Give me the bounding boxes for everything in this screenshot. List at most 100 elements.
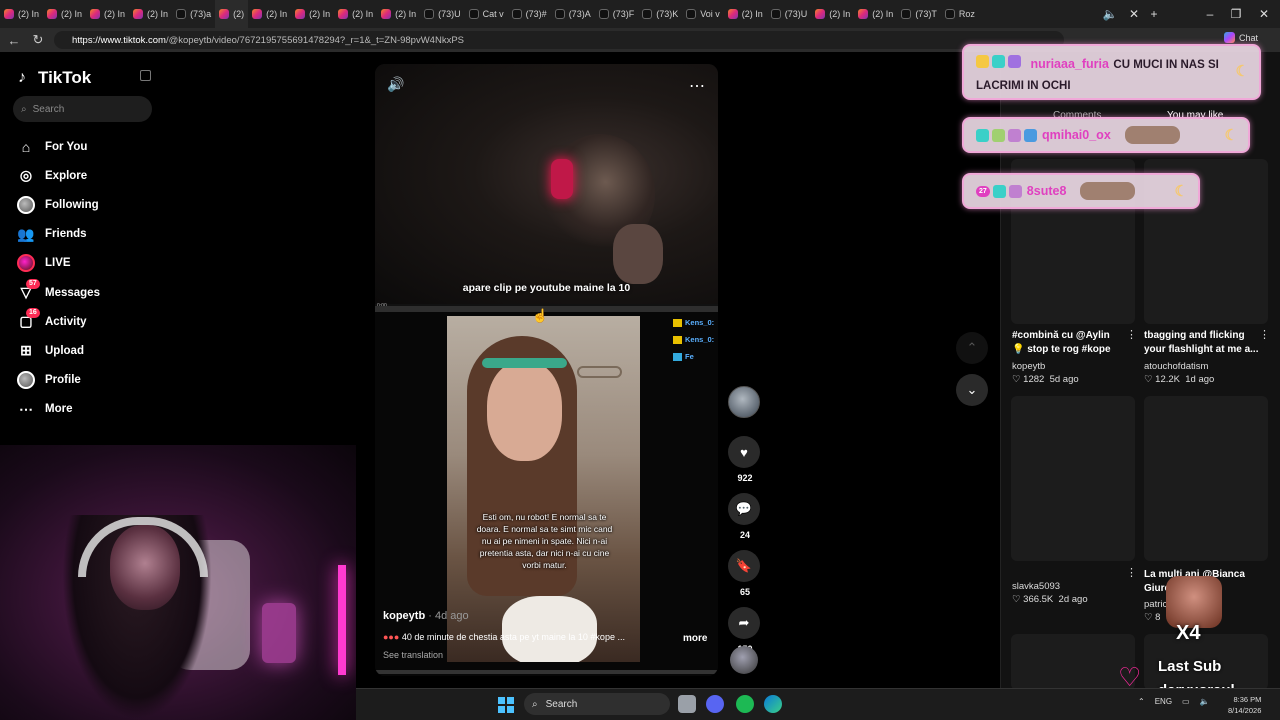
close-window-button[interactable]: ✕ (1250, 0, 1278, 28)
tab-favicon-icon (901, 9, 912, 19)
collapse-sidebar-icon[interactable] (140, 70, 151, 81)
sidebar-item-profile[interactable]: Profile (17, 366, 100, 395)
browser-tab-label: Cat v (482, 9, 504, 19)
video-author[interactable]: kopeytb (1012, 361, 1045, 372)
creator-avatar[interactable] (728, 386, 760, 418)
browser-tab-label: (73)K (656, 9, 679, 19)
minimize-button[interactable]: – (1196, 0, 1224, 28)
taskbar-clock[interactable]: 8:36 PM 8/14/2026 (1228, 694, 1261, 716)
windows-taskbar: ⌕ Search ⌃ ENG ▭ 🔈 8:36 PM 8/14/2026 (356, 688, 1280, 720)
browser-tab[interactable]: (2) In (248, 0, 291, 28)
following-avatar-icon (17, 195, 35, 214)
browser-tab-label: (2) In (741, 9, 763, 19)
tab-favicon-icon (554, 9, 565, 19)
tiktok-logo[interactable]: ♪ TikTok (18, 68, 91, 88)
video-author[interactable]: slavka5093 (1012, 581, 1060, 592)
copilot-chat-button[interactable]: Chat (1223, 32, 1258, 43)
comment-button[interactable]: 💬 (728, 493, 760, 525)
see-translation-link[interactable]: See translation (383, 650, 443, 660)
save-button[interactable]: 🔖 (728, 550, 760, 582)
sidebar-item-activity[interactable]: ▢ 16 Activity (17, 307, 100, 336)
video-thumbnail[interactable] (1144, 396, 1268, 561)
browser-tab[interactable]: (2) In (334, 0, 377, 28)
tab-favicon-icon (219, 9, 230, 19)
previous-video-button[interactable]: ⌃ (956, 332, 988, 364)
video-author[interactable]: kopeytb · 4d ago (383, 610, 469, 622)
browser-tab[interactable]: Cat v (465, 0, 508, 28)
video-thumbnail[interactable] (1011, 396, 1135, 561)
sidebar-item-more[interactable]: ⋯ More (17, 395, 100, 424)
browser-tab[interactable]: (2) In (724, 0, 767, 28)
profile-avatar-icon (17, 371, 35, 390)
file-explorer-icon[interactable] (678, 695, 696, 713)
tab-favicon-icon (338, 9, 349, 19)
browser-tab-label: (2) In (395, 9, 417, 19)
browser-tab[interactable]: (73)a (172, 0, 215, 28)
tab-favicon-icon (815, 9, 826, 19)
browser-tab[interactable]: (2) In (0, 0, 43, 28)
next-video-button[interactable]: ⌄ (956, 374, 988, 406)
sidebar-item-live[interactable]: LIVE (17, 249, 100, 278)
windows-start-icon[interactable] (498, 697, 514, 713)
clip-cup (502, 596, 597, 662)
comment-icon: 💬 (735, 501, 753, 516)
more-button[interactable]: more (683, 633, 707, 644)
video-player[interactable]: apare clip pe youtube maine la 10 0:00 E… (375, 64, 718, 676)
browser-tab[interactable]: (73)U (767, 0, 812, 28)
video-author[interactable]: atouchofdatism (1144, 361, 1208, 372)
friends-icon: 👥 (17, 225, 35, 242)
browser-tab[interactable]: (2) (215, 0, 249, 28)
browser-tab[interactable]: (73)T (897, 0, 941, 28)
volume-icon[interactable]: 🔈 (1200, 697, 1210, 706)
reload-icon[interactable]: ↻ (26, 28, 50, 52)
search-input[interactable]: ⌕ Search (13, 96, 152, 122)
more-options-icon[interactable]: ⋯ (689, 76, 705, 96)
back-arrow-icon[interactable]: ← (2, 28, 26, 52)
video-stats: ♡ 366.5K 2d ago (1012, 594, 1088, 605)
browser-tab[interactable]: Voi v (682, 0, 724, 28)
browser-tab-label: (73)F (612, 9, 635, 19)
discord-icon[interactable] (706, 695, 724, 713)
browser-tab[interactable]: (2) In (854, 0, 897, 28)
speaker-icon[interactable]: 🔊 (387, 76, 404, 93)
language-indicator[interactable]: ENG (1155, 697, 1172, 706)
browser-tab[interactable]: (2) In (811, 0, 854, 28)
taskbar-search[interactable]: ⌕ Search (524, 693, 670, 715)
video-hand (613, 224, 663, 284)
browser-tab[interactable]: (2) In (86, 0, 129, 28)
browser-tab[interactable]: (2) In (43, 0, 86, 28)
network-icon[interactable]: ▭ (1182, 697, 1190, 706)
sidebar-item-friends[interactable]: 👥 Friends (17, 220, 100, 249)
new-tab-button[interactable]: + (1140, 0, 1168, 28)
badge-icon (673, 319, 682, 328)
browser-tab[interactable]: (73)# (508, 0, 551, 28)
sidebar-item-upload[interactable]: ⊞ Upload (17, 336, 100, 365)
tray-chevron-icon[interactable]: ⌃ (1138, 697, 1145, 706)
browser-tab[interactable]: (73)K (638, 0, 682, 28)
browser-tab[interactable]: (2) In (291, 0, 334, 28)
sound-avatar[interactable] (730, 646, 758, 674)
emote-icon (976, 128, 989, 142)
browser-tab[interactable]: (2) In (377, 0, 420, 28)
browser-tab[interactable]: (73)A (551, 0, 595, 28)
sidebar-item-following[interactable]: Following (17, 190, 100, 219)
video-title[interactable]: #combină cu @Aylin 💡 stop te rog #kope (1012, 329, 1124, 357)
share-button[interactable]: ➦ (728, 607, 760, 639)
video-more-icon[interactable]: ⋮ (1126, 328, 1137, 341)
spotify-icon[interactable] (736, 695, 754, 713)
sidebar-item-messages[interactable]: ▽ 57 Messages (17, 278, 100, 307)
url-field[interactable]: https://www.tiktok.com/@kopeytb/video/76… (54, 31, 1064, 49)
upload-icon: ⊞ (20, 342, 32, 359)
video-title[interactable]: tbagging and flicking your flashlight at… (1144, 329, 1264, 357)
browser-tab[interactable]: (2) In (129, 0, 172, 28)
sidebar-item-explore[interactable]: ◎ Explore (17, 161, 100, 190)
browser-tab[interactable]: (73)F (595, 0, 639, 28)
maximize-button[interactable]: ❐ (1222, 0, 1250, 28)
browser-tab[interactable]: (73)U (420, 0, 465, 28)
video-progress-bar[interactable] (375, 670, 718, 674)
sidebar-item-for-you[interactable]: ⌂ For You (17, 132, 100, 161)
browser-tab[interactable]: Roz (941, 0, 979, 28)
like-button[interactable]: ♥ (728, 436, 760, 468)
edge-icon[interactable] (764, 695, 782, 713)
video-more-icon[interactable]: ⋮ (1259, 328, 1270, 341)
